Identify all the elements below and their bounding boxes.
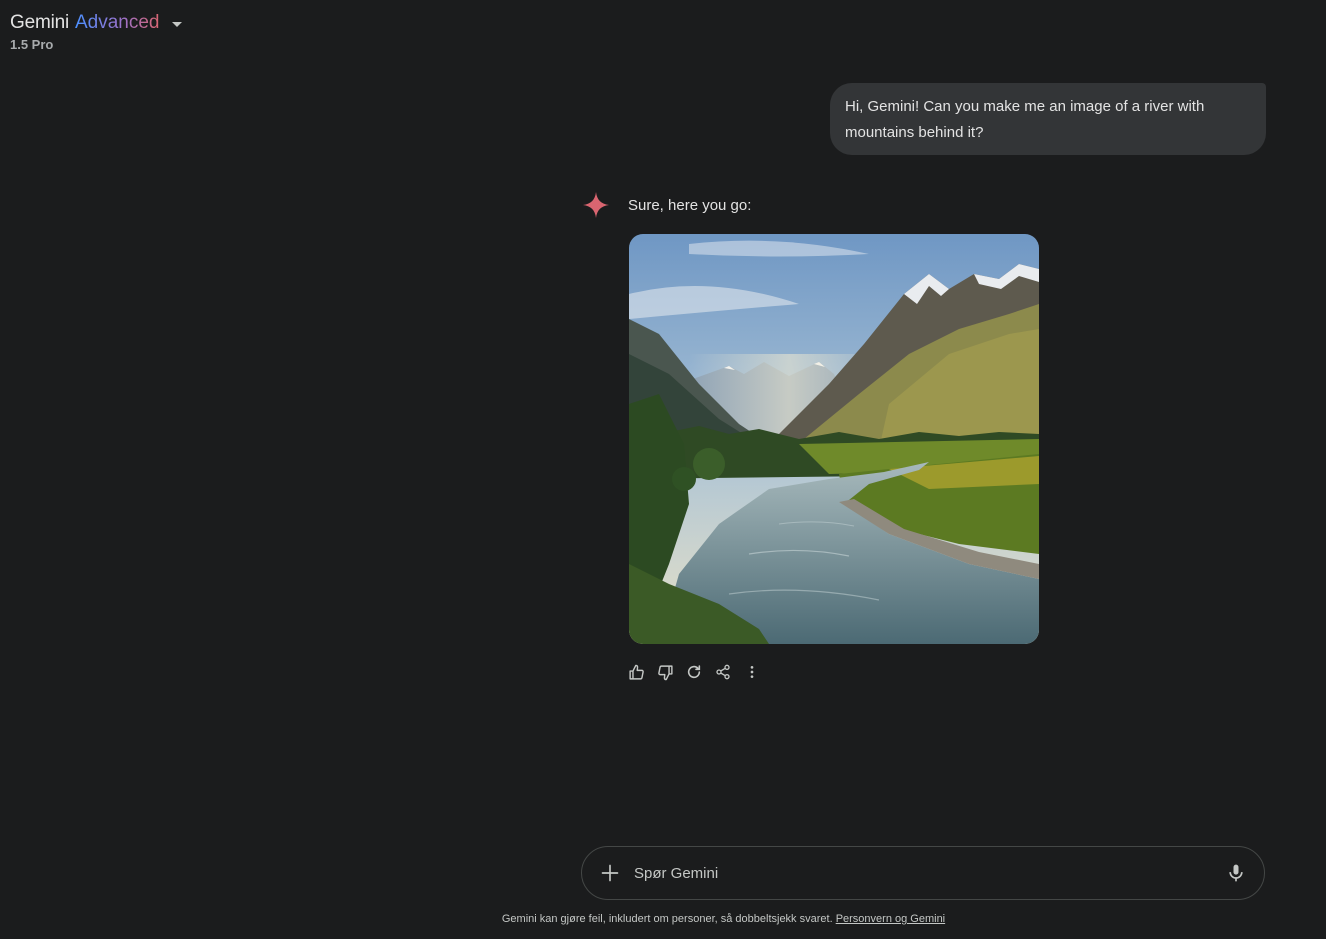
brand-tier: Advanced <box>74 12 160 33</box>
microphone-button[interactable] <box>1224 861 1248 885</box>
thumb-down-icon[interactable] <box>655 661 675 683</box>
gemini-chat-page: Gemini Advanced 1.5 Pro Hi, Gemini! Can … <box>0 0 1326 939</box>
disclaimer-text: Gemini kan gjøre feil, inkludert om pers… <box>501 913 833 925</box>
thumb-up-icon[interactable] <box>626 661 646 683</box>
chevron-down-icon <box>171 21 182 27</box>
refresh-icon[interactable] <box>684 661 704 683</box>
user-message: Hi, Gemini! Can you make me an image of … <box>830 83 1266 155</box>
disclaimer: Gemini kan gjøre feil, inkludert om pers… <box>0 913 1326 925</box>
brand-name: Gemini <box>10 12 69 33</box>
share-icon[interactable] <box>713 661 733 683</box>
prompt-input[interactable] <box>634 858 1224 888</box>
prompt-box <box>581 846 1265 900</box>
microphone-icon <box>1229 864 1243 882</box>
gemini-spark-icon <box>583 192 609 218</box>
model-version: 1.5 Pro <box>10 37 54 52</box>
response-text: Sure, here you go: <box>628 197 752 214</box>
header: Gemini Advanced 1.5 Pro <box>10 12 182 52</box>
add-attachment-button[interactable] <box>598 861 622 885</box>
plus-icon <box>601 864 619 882</box>
model-switcher[interactable]: Gemini Advanced <box>10 12 182 34</box>
more-vert-icon[interactable] <box>742 661 762 683</box>
privacy-link[interactable]: Personvern og Gemini <box>836 913 945 925</box>
generated-landscape-image[interactable] <box>629 234 1039 644</box>
response-actions <box>626 661 771 683</box>
